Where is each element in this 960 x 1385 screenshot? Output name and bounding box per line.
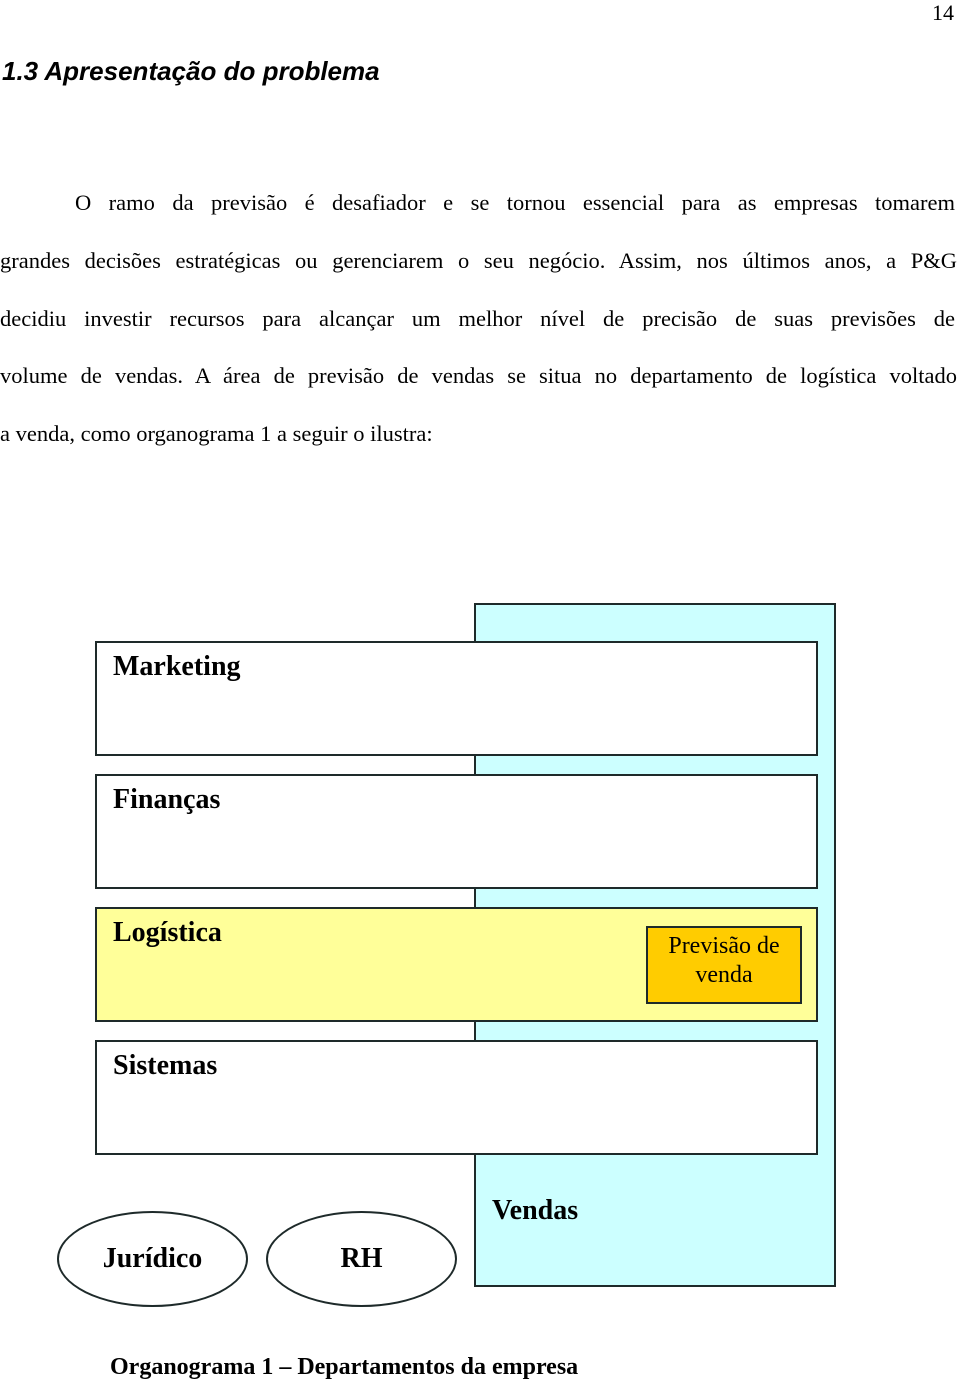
sistemas-department: Sistemas [95,1040,818,1155]
paragraph-line: volume de vendas. A área de previsão de … [0,363,957,388]
department-label: Sistemas [113,1050,218,1081]
previsao-de-venda-box: Previsão de venda [646,926,802,1004]
paragraph-line: a venda, como organograma 1 a seguir o i… [0,421,433,446]
department-label: Marketing [113,651,241,682]
paragraph-line: O ramo da previsão é desafiador e se tor… [75,190,955,215]
department-label: Finanças [113,784,221,815]
marketing-department: Marketing [95,641,818,756]
vendas-label: Vendas [492,1195,579,1226]
document-page: 14 1.3 Apresentação do problema O ramo d… [0,0,960,1385]
financas-department: Finanças [95,774,818,889]
figure-caption: Organograma 1 – Departamentos da empresa [110,1354,579,1380]
juridico-ellipse: Jurídico [57,1211,248,1307]
rh-ellipse: RH [266,1211,457,1307]
logistica-department: Logística Previsão de venda [95,907,818,1022]
department-label: Logística [113,917,222,948]
paragraph-line: grandes decisões estratégicas ou gerenci… [0,248,957,273]
paragraph-line: decidiu investir recursos para alcançar … [0,306,955,331]
page-number: 14 [932,0,954,25]
section-heading: 1.3 Apresentação do problema [2,56,380,86]
